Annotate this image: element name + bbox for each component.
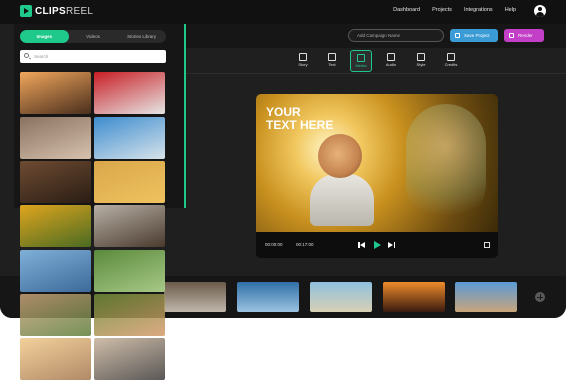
render-label: Render xyxy=(518,33,533,38)
total-time: 00:17:00 xyxy=(296,242,314,247)
fullscreen-icon[interactable] xyxy=(484,242,490,248)
media-icon xyxy=(357,54,365,62)
tool-story[interactable]: Story xyxy=(292,50,314,72)
tool-credits-label: Credits xyxy=(444,62,458,67)
project-toolbar: Add Campaign Name Save Project Render xyxy=(186,24,566,48)
media-search-input[interactable]: Search xyxy=(20,50,166,63)
tool-style[interactable]: Style xyxy=(410,50,432,72)
jumping-man-photo[interactable] xyxy=(20,250,91,292)
kids-running-photo[interactable] xyxy=(94,250,165,292)
save-project-label: Save Project xyxy=(464,33,490,38)
story-icon xyxy=(299,53,307,61)
friends-sunset-photo[interactable] xyxy=(20,72,91,114)
tool-style-label: Style xyxy=(416,62,426,67)
search-icon xyxy=(24,53,29,58)
user-avatar-icon[interactable] xyxy=(534,5,546,17)
search-placeholder: Search xyxy=(34,53,49,59)
tool-credits[interactable]: Credits xyxy=(440,50,462,72)
tool-media-label: Media xyxy=(355,63,367,68)
campaign-name-input[interactable]: Add Campaign Name xyxy=(348,29,444,42)
tool-text-label: Text xyxy=(328,62,336,67)
car-clip[interactable] xyxy=(164,282,226,312)
play-logo-icon xyxy=(20,5,32,17)
previous-icon[interactable] xyxy=(358,241,366,249)
top-nav-bar: CLIPSREEL Dashboard Projects Integration… xyxy=(0,0,566,24)
tab-images[interactable]: Images xyxy=(20,30,69,43)
current-time: 00:00:00 xyxy=(265,242,283,247)
woman-laptop-photo[interactable] xyxy=(20,161,91,203)
render-button[interactable]: Render xyxy=(504,29,544,42)
save-project-button[interactable]: Save Project xyxy=(450,29,498,42)
save-icon xyxy=(455,33,460,38)
play-icon[interactable] xyxy=(373,241,381,249)
couple-selfie-photo[interactable] xyxy=(20,117,91,159)
tool-text[interactable]: Text xyxy=(321,50,343,72)
video-preview: YOUR TEXT HERE 00:00:00 00:17:00 xyxy=(256,94,498,258)
overlay-text[interactable]: YOUR TEXT HERE xyxy=(266,106,333,132)
girl-bubbles-photo[interactable] xyxy=(94,294,165,336)
playback-controls: 00:00:00 00:17:00 xyxy=(256,232,498,258)
man-portrait-photo[interactable] xyxy=(94,205,165,247)
brand-name: CLIPSREEL xyxy=(35,5,94,17)
beach-walk-photo[interactable] xyxy=(94,117,165,159)
nav-help[interactable]: Help xyxy=(505,7,516,13)
overlay-text-line-2: TEXT HERE xyxy=(266,118,334,132)
crowd-festival-photo[interactable] xyxy=(94,338,165,380)
nav-dashboard[interactable]: Dashboard xyxy=(393,7,420,13)
add-clip-icon[interactable] xyxy=(535,292,545,302)
next-icon[interactable] xyxy=(388,241,396,249)
group-silhouette-photo[interactable] xyxy=(20,338,91,380)
kids-smiling-photo[interactable] xyxy=(20,294,91,336)
audio-icon xyxy=(387,53,395,61)
child-body-shape xyxy=(310,174,374,226)
nav-projects[interactable]: Projects xyxy=(432,7,452,13)
tab-stories-library[interactable]: Stories Library xyxy=(117,30,166,43)
nav-integrations[interactable]: Integrations xyxy=(464,7,493,13)
beach-person-clip[interactable] xyxy=(310,282,372,312)
editor-tools: Story Text Media Audio Style Credits xyxy=(186,48,566,74)
ghost-overlay-image xyxy=(406,104,486,224)
tool-story-label: Story xyxy=(298,62,308,67)
child-face-shape xyxy=(318,134,362,178)
sunset-clip[interactable] xyxy=(383,282,445,312)
tool-audio-label: Audio xyxy=(385,62,397,67)
rock-sky-clip[interactable] xyxy=(455,282,517,312)
campaign-name-placeholder: Add Campaign Name xyxy=(357,33,401,38)
preview-video-frame[interactable]: YOUR TEXT HERE xyxy=(256,94,498,232)
tab-videos[interactable]: Videos xyxy=(69,30,118,43)
red-umbrella-photo[interactable] xyxy=(94,161,165,203)
main-nav: Dashboard Projects Integrations Help xyxy=(393,7,516,13)
sunflower-girls-photo[interactable] xyxy=(20,205,91,247)
heart-hands-photo[interactable] xyxy=(94,72,165,114)
render-icon xyxy=(509,33,514,38)
credits-icon xyxy=(447,53,455,61)
media-tabs: Images Videos Stories Library xyxy=(20,30,166,43)
tool-audio[interactable]: Audio xyxy=(380,50,402,72)
text-icon xyxy=(328,53,336,61)
clipsreel-logo[interactable]: CLIPSREEL xyxy=(20,5,93,17)
tool-media[interactable]: Media xyxy=(350,50,372,72)
ocean-waves-clip[interactable] xyxy=(237,282,299,312)
style-icon xyxy=(417,53,425,61)
